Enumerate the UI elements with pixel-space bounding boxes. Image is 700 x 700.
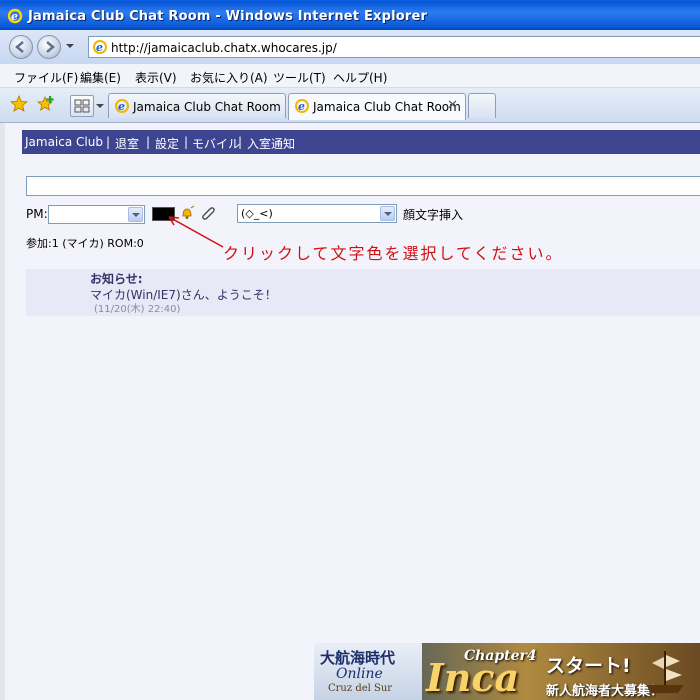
nav-separator: |	[238, 135, 243, 149]
nav-separator: |	[106, 135, 111, 149]
banner-headline: スタート!	[546, 655, 631, 677]
new-tab-button[interactable]	[468, 93, 496, 118]
nav-link-entry-notice[interactable]: 入室通知	[247, 135, 295, 152]
recent-pages-dropdown-icon[interactable]	[66, 44, 74, 48]
notice-timestamp: (11/20(木) 22:40)	[94, 304, 181, 315]
menu-file[interactable]: ファイル(F)	[14, 69, 78, 86]
nav-separator: |	[184, 135, 189, 149]
pm-label: PM:	[26, 207, 48, 221]
banner-game-title: 大航海時代	[320, 649, 396, 667]
tab-label: Jamaica Club Chat Room	[133, 100, 281, 114]
nav-separator: |	[146, 135, 151, 149]
ie-logo-icon: e	[7, 8, 23, 24]
svg-text:e: e	[96, 41, 103, 54]
back-button[interactable]	[9, 35, 33, 59]
address-bar[interactable]: e http://jamaicaclub.chatx.whocares.jp/	[88, 36, 700, 58]
nav-link-settings[interactable]: 設定	[155, 135, 179, 152]
annotation-arrow-icon	[168, 216, 224, 248]
forward-button[interactable]	[37, 35, 61, 59]
close-tab-icon[interactable]: ✕	[447, 98, 458, 113]
chevron-down-icon	[380, 206, 395, 221]
pm-select[interactable]	[48, 205, 145, 224]
svg-text:e: e	[298, 100, 305, 113]
kaomoji-select-value: (◇_<)	[241, 207, 273, 220]
window-title: Jamaica Club Chat Room - Windows Interne…	[28, 9, 428, 24]
tab-jamaica-club-2[interactable]: e Jamaica Club Chat Room ✕	[288, 93, 466, 120]
svg-text:e: e	[11, 10, 18, 23]
participant-count: 参加:1 (マイカ) ROM:0	[26, 237, 144, 250]
annotation-text: クリックして文字色を選択してください。	[223, 244, 564, 263]
banner-subtitle: Cruz del Sur	[328, 683, 393, 694]
address-url: http://jamaicaclub.chatx.whocares.jp/	[111, 41, 337, 55]
forward-arrow-icon	[46, 41, 55, 53]
nav-link-home[interactable]: Jamaica Club	[25, 135, 103, 149]
add-favorite-icon[interactable]	[36, 95, 55, 116]
back-arrow-icon	[15, 41, 24, 53]
banner-chapter: Chapter4	[464, 648, 537, 664]
menu-edit[interactable]: 編集(E)	[80, 69, 121, 86]
address-toolbar: e http://jamaicaclub.chatx.whocares.jp/	[0, 30, 700, 64]
tab-bar: e Jamaica Club Chat Room e Jamaica Club …	[0, 88, 700, 123]
nav-link-mobile[interactable]: モバイル	[192, 135, 240, 152]
tab-label: Jamaica Club Chat Room	[313, 100, 461, 114]
tab-list-dropdown-icon[interactable]	[96, 104, 104, 108]
menu-help[interactable]: ヘルプ(H)	[333, 69, 387, 86]
menu-bar: ファイル(F) 編集(E) 表示(V) お気に入り(A) ツール(T) ヘルプ(…	[0, 64, 700, 88]
banner-online: Online	[336, 666, 383, 682]
window-title-bar[interactable]: e Jamaica Club Chat Room - Windows Inter…	[0, 0, 700, 30]
page-ie-icon: e	[92, 39, 108, 58]
menu-tools[interactable]: ツール(T)	[273, 69, 326, 86]
notice-title: お知らせ:	[90, 272, 143, 286]
tab-ie-icon: e	[294, 98, 310, 117]
chevron-down-icon	[128, 207, 143, 222]
page-content: Jamaica Club | 退室 | 設定 | モバイル | 入室通知 PM:…	[0, 123, 700, 700]
menu-favorites[interactable]: お気に入り(A)	[190, 69, 268, 86]
chat-nav-bar: Jamaica Club | 退室 | 設定 | モバイル | 入室通知	[22, 130, 700, 154]
quick-tabs-grid-icon	[74, 99, 90, 113]
notice-message: お知らせ: マイカ(Win/IE7)さん、ようこそ！ (11/20(木) 22:…	[26, 269, 700, 316]
favorites-star-icon[interactable]	[9, 94, 29, 116]
kaomoji-insert-label[interactable]: 顔文字挿入	[403, 206, 463, 223]
ad-banner[interactable]: 大航海時代 Online Cruz del Sur Inca Chapter4 …	[314, 643, 700, 700]
menu-view[interactable]: 表示(V)	[135, 69, 177, 86]
tab-jamaica-club-1[interactable]: e Jamaica Club Chat Room	[108, 93, 286, 118]
tab-ie-icon: e	[114, 98, 130, 117]
quick-tabs-button[interactable]	[70, 95, 94, 117]
chat-message-input[interactable]	[26, 176, 700, 196]
nav-link-leave[interactable]: 退室	[115, 135, 139, 152]
kaomoji-select[interactable]: (◇_<)	[237, 204, 397, 223]
svg-text:e: e	[118, 100, 125, 113]
ship-icon	[646, 651, 684, 693]
